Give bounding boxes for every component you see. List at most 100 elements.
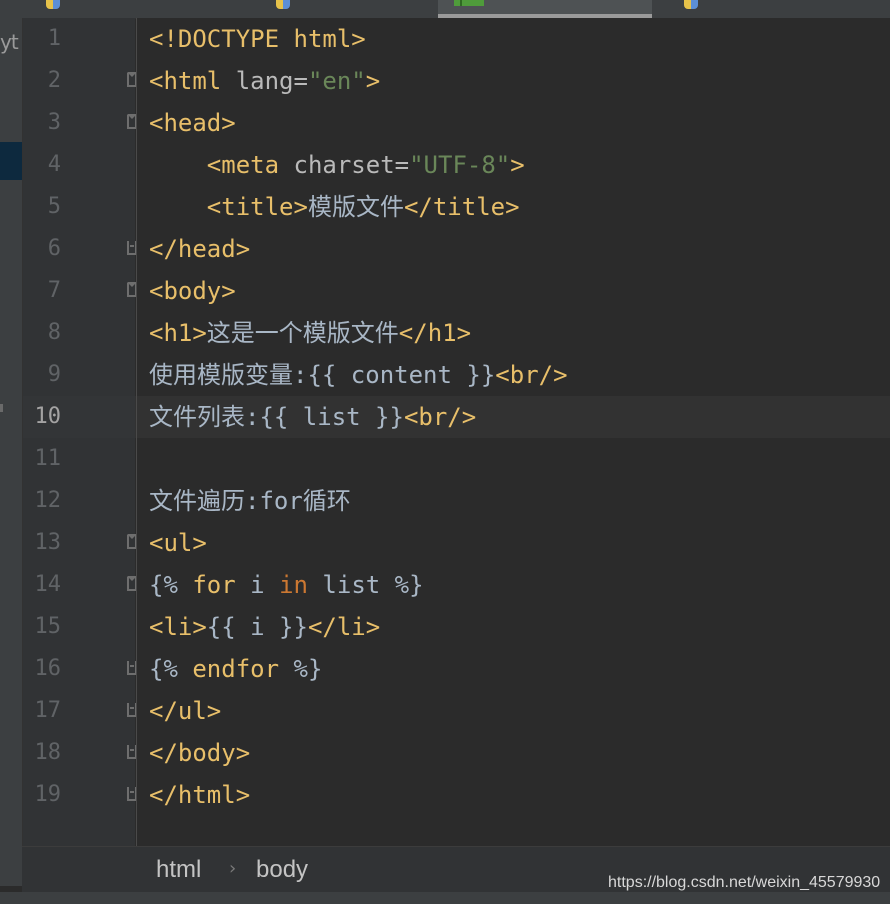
code-line[interactable]: 1 <!DOCTYPE html> [23,18,890,60]
code-text: <ul> [149,522,207,564]
code-text: </body> [149,732,250,774]
line-number: 11 [34,446,62,471]
project-tree-selection[interactable] [0,142,22,180]
code-token: </h1> [398,319,472,347]
editor-tab[interactable] [262,0,432,18]
code-token: {{ i }} [206,613,308,641]
code-token: <li> [149,613,207,641]
code-text: </ul> [149,690,221,732]
code-token: <ul> [149,529,207,557]
code-token: </li> [307,613,381,641]
code-token: </head> [149,235,251,263]
code-token: {% [149,655,193,683]
code-line[interactable]: 2 <html lang="en"> [23,60,890,102]
code-text: {% endfor %} [149,648,322,690]
code-line[interactable]: 18 </body> [23,732,890,774]
code-token: </body> [149,739,251,767]
code-token: <!DOCTYPE html> [149,25,366,53]
code-token: <body> [149,277,236,305]
editor-tab-bar [0,0,890,19]
line-number: 19 [34,782,62,807]
python-file-icon [46,0,60,9]
code-line[interactable]: 19 </html> [23,774,890,816]
code-token: endfor [192,655,294,683]
editor-tab[interactable] [40,0,240,18]
code-text: <li>{{ i }}</li> [149,606,380,648]
code-line[interactable]: 11 [23,438,890,480]
line-number: 18 [34,740,62,765]
code-token: </html> [149,781,251,809]
code-text: </head> [149,228,250,270]
code-token: charset= [293,151,410,179]
code-line[interactable]: 17 </ul> [23,690,890,732]
code-token: %} [293,655,323,683]
code-line[interactable]: 3 <head> [23,102,890,144]
code-token: </title> [403,193,520,221]
code-token: <title> [206,193,308,221]
code-line[interactable]: 9 使用模版变量:{{ content }}<br/> [23,354,890,396]
code-line[interactable]: 7 <body> [23,270,890,312]
editor-tab-active[interactable] [438,0,652,18]
code-line[interactable]: 8 <h1>这是一个模版文件</h1> [23,312,890,354]
html-file-icon [454,0,484,6]
code-token: for [192,571,251,599]
code-token: :for [245,487,303,515]
code-text: 使用模版变量:{{ content }}<br/> [149,354,568,396]
line-number: 13 [34,530,62,555]
line-number: 15 [34,614,62,639]
code-text: <html lang="en"> [149,60,380,102]
python-file-icon [276,0,290,9]
code-text: {% for i in list %} [149,564,424,606]
code-token: i [250,571,280,599]
code-token: :{{ list }} [245,403,404,431]
code-line[interactable]: 6 </head> [23,228,890,270]
code-line[interactable]: 10 文件列表:{{ list }}<br/> [23,396,890,438]
code-token: in [279,571,323,599]
status-bar [0,892,890,904]
code-token: 使用模版变量 [149,361,293,389]
line-number: 10 [34,404,62,429]
code-line[interactable]: 13 <ul> [23,522,890,564]
code-token: 模版文件 [307,193,404,221]
code-token: lang= [235,67,308,95]
code-line[interactable]: 12 文件遍历:for循环 [23,480,890,522]
breadcrumb-item-html[interactable]: html [156,847,201,893]
code-line[interactable]: 14 {% for i in list %} [23,564,890,606]
line-number: 9 [47,362,61,387]
project-tree-label[interactable]: yt [0,30,19,54]
line-number: 3 [47,110,61,135]
code-line[interactable]: 4 <meta charset="UTF-8"> [23,144,890,186]
code-text: <body> [149,270,236,312]
code-token: 文件列表 [149,403,245,431]
code-token: 文件遍历 [149,487,245,515]
code-text: <!DOCTYPE html> [149,18,366,60]
code-token: > [510,151,525,179]
editor-tab[interactable] [668,0,890,18]
line-number: 14 [34,572,62,597]
code-token: list %} [322,571,424,599]
code-token: <h1> [149,319,207,347]
line-number: 17 [34,698,62,723]
line-number: 2 [47,68,61,93]
code-token: {% [149,571,193,599]
line-number: 16 [34,656,62,681]
project-tree-marker [0,404,3,412]
code-line[interactable]: 16 {% endfor %} [23,648,890,690]
code-text: <title>模版文件</title> [149,186,520,228]
code-text: </html> [149,774,250,816]
code-text: <h1>这是一个模版文件</h1> [149,312,471,354]
code-token: "en" [307,67,366,95]
code-text: 文件列表:{{ list }}<br/> [149,396,476,438]
project-tool-strip: yt [0,18,23,886]
line-number: 5 [47,194,61,219]
code-token: > [365,67,381,95]
breadcrumb-separator: › [229,858,237,879]
breadcrumb-item-body[interactable]: body [256,847,308,893]
code-line[interactable]: 5 <title>模版文件</title> [23,186,890,228]
code-text: <head> [149,102,236,144]
code-line[interactable]: 15 <li>{{ i }}</li> [23,606,890,648]
line-number: 1 [47,26,61,51]
watermark-text: https://blog.csdn.net/weixin_45579930 [608,874,881,891]
